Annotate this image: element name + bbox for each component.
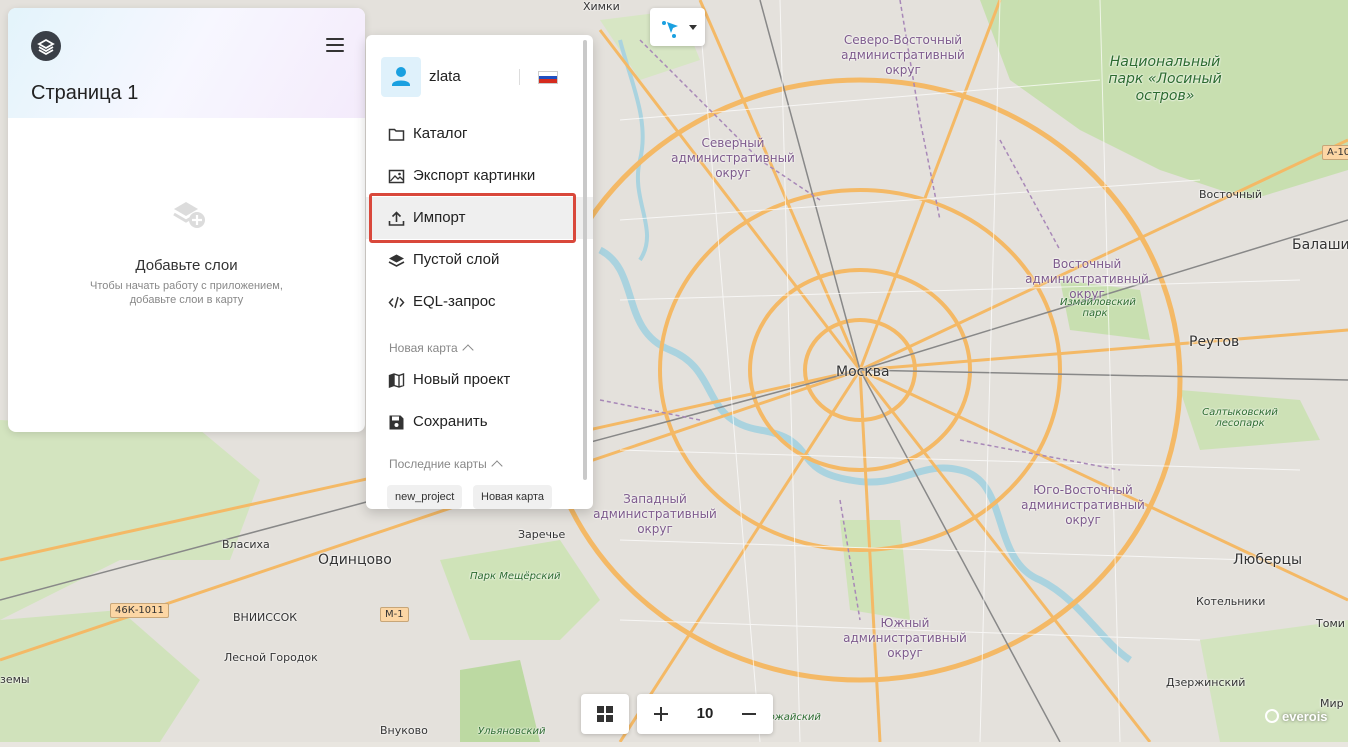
layers-panel: Страница 1 Добавьте слои Чтобы начать ра… [8, 8, 365, 432]
map-label-balashikha: Балаши [1292, 237, 1348, 253]
road-shield-a10: А-10 [1322, 145, 1348, 160]
menu-scrollbar[interactable] [583, 40, 587, 480]
map-label-svao: Северо-Восточный административный округ [841, 33, 965, 77]
chevron-up-icon [491, 460, 503, 472]
map-label-zemy: земы [0, 673, 30, 686]
map-label-zarechye: Заречье [518, 528, 566, 541]
map-label-saltykovsky: Салтыковский лесопарк [1202, 407, 1278, 429]
map-label-sao: Северный административный округ [671, 136, 795, 180]
user-row[interactable]: zlata [381, 57, 581, 97]
map-label-moscow: Москва [836, 364, 890, 380]
page-title: Страница 1 [31, 82, 139, 104]
road-shield-46k: 46К-1011 [110, 603, 169, 618]
folder-icon [388, 128, 405, 141]
map-label-yuvao: Юго-Восточный административный округ [1021, 483, 1145, 527]
brand-logo-icon [1265, 709, 1279, 723]
menu-item-empty-layer[interactable]: Пустой слой [366, 239, 593, 281]
map-label-zao: Западный административный округ [593, 492, 717, 536]
menu-item-label: Сохранить [413, 413, 488, 430]
user-avatar[interactable] [381, 57, 421, 97]
language-flag-ru-icon[interactable] [538, 71, 558, 84]
map-label-tomi: Томи [1316, 617, 1345, 630]
selection-tool-dropdown[interactable] [650, 8, 705, 46]
minus-icon [742, 713, 756, 715]
pointer-select-icon [662, 21, 697, 38]
menu-item-catalog[interactable]: Каталог [366, 113, 593, 155]
map-label-yuao: Южный административный округ [843, 616, 967, 660]
menu-item-label: Пустой слой [413, 251, 500, 268]
user-icon [392, 67, 410, 86]
menu-item-label: EQL-запрос [413, 293, 496, 310]
zoom-out-button[interactable] [729, 694, 769, 734]
username: zlata [429, 68, 461, 85]
plus-icon [654, 707, 668, 721]
highlight-annotation [369, 193, 576, 243]
map-label-odintsovo: Одинцово [318, 552, 392, 568]
map-label-vostochny: Восточный [1199, 188, 1262, 201]
section-title: Новая карта [389, 341, 458, 355]
map-label-vao: Восточный административный округ [1025, 257, 1149, 301]
recent-map-chip[interactable]: Новая карта [473, 485, 552, 509]
map-label-kotelniki: Котельники [1196, 595, 1266, 608]
empty-state-description: Чтобы начать работу с приложением, добав… [90, 280, 283, 306]
add-layer-icon [173, 202, 205, 228]
map-label-lyubertsy: Люберцы [1233, 552, 1303, 568]
menu-item-label: Экспорт картинки [413, 167, 536, 184]
menu-item-new-project[interactable]: Новый проект [366, 359, 593, 401]
main-menu-dropdown: zlata Каталог Экспорт картинки Импорт Пу… [366, 35, 593, 509]
section-recent-maps-toggle[interactable]: Последние карты [389, 457, 503, 472]
save-icon [389, 415, 404, 430]
chevron-up-icon [462, 344, 474, 356]
grid-icon [597, 706, 613, 722]
map-label-izmailovsky: Измайловский парк [1060, 297, 1136, 319]
map-label-reutov: Реутов [1189, 334, 1240, 350]
menu-item-export-image[interactable]: Экспорт картинки [366, 155, 593, 197]
map-label-khimki: Химки [583, 0, 620, 13]
menu-hamburger-icon[interactable] [326, 38, 344, 54]
map-label-meshchersky: Парк Мещёрский [470, 571, 561, 582]
zoom-level: 10 [696, 705, 714, 722]
app-logo-icon[interactable] [30, 30, 62, 62]
recent-map-chip[interactable]: new_project [387, 485, 463, 509]
zoom-control: 10 [637, 694, 773, 734]
map-label-vnukovo: Внуково [380, 724, 428, 737]
menu-item-save[interactable]: Сохранить [366, 401, 593, 443]
menu-item-label: Новый проект [413, 371, 511, 388]
brand-watermark: everois [1265, 709, 1328, 724]
empty-state-title: Добавьте слои [135, 257, 238, 274]
map-label-vniissok: ВНИИССОК [233, 611, 298, 624]
menu-item-eql-query[interactable]: EQL-запрос [366, 281, 593, 323]
map-label-dzerzhinsky: Дзержинский [1166, 676, 1246, 689]
code-icon [388, 296, 405, 309]
brand-name: everois [1282, 709, 1328, 724]
divider [519, 69, 520, 85]
layers-icon [388, 254, 405, 267]
map-label-lesnoy: Лесной Городок [224, 651, 318, 664]
map-label-ulyanovsky: Ульяновский [478, 726, 546, 737]
basemap-grid-button[interactable] [581, 694, 629, 734]
zoom-in-button[interactable] [641, 694, 681, 734]
map-icon [388, 373, 405, 388]
map-label-vlasikha: Власиха [222, 538, 270, 551]
map-label-losiny: Национальный парк «Лосиный остров» [1108, 54, 1222, 104]
road-shield-m1: М-1 [380, 607, 409, 622]
menu-item-label: Каталог [413, 125, 468, 142]
image-icon [388, 169, 405, 184]
section-title: Последние карты [389, 457, 487, 471]
section-new-map-toggle[interactable]: Новая карта [389, 341, 474, 356]
